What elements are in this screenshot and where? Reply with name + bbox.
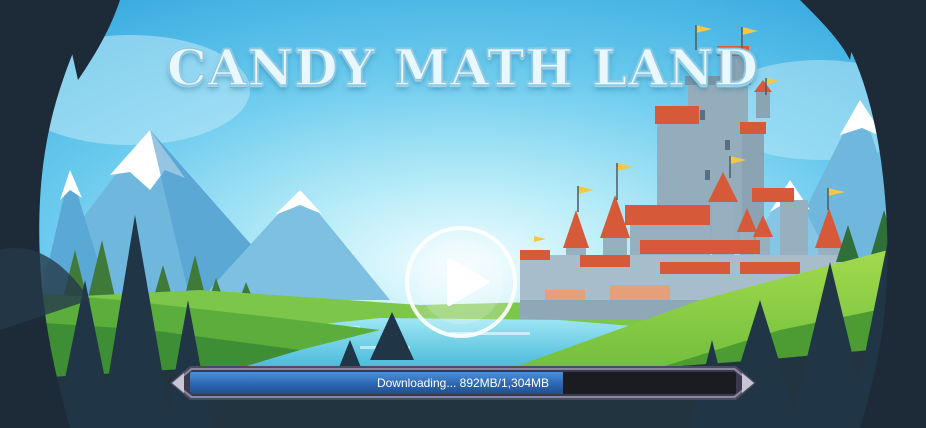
download-progress: Downloading... 892MB/1,304MB [170, 364, 756, 402]
play-button[interactable] [403, 224, 519, 340]
play-icon [405, 226, 517, 338]
download-status-text: Downloading... 892MB/1,304MB [376, 376, 550, 390]
loading-screen: CANDY MATH LAND Downloading... 892MB/1,3… [0, 0, 926, 428]
game-title: CANDY MATH LAND [166, 37, 760, 98]
